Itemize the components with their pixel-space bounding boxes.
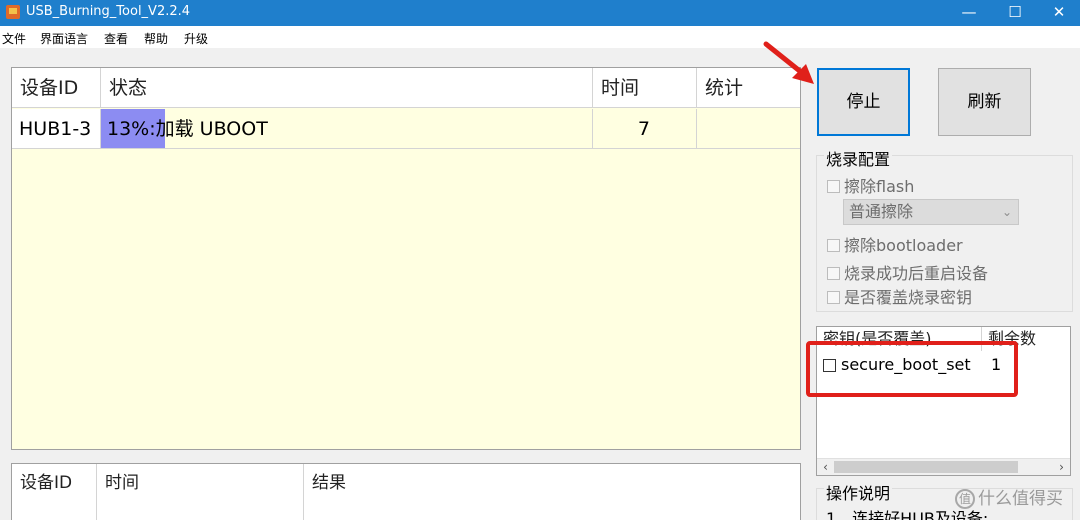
cell-status[interactable]: 13%:加载 UBOOT — [101, 109, 593, 149]
horizontal-scrollbar[interactable]: ‹ › — [817, 458, 1070, 475]
overwrite-key-label: 是否覆盖烧录密钥 — [844, 288, 973, 307]
menu-bar: 文件 界面语言 查看 帮助 升级 — [0, 26, 1080, 48]
watermark-badge: 值 — [955, 489, 975, 509]
scroll-left-icon[interactable]: ‹ — [817, 459, 834, 475]
maximize-button[interactable]: ☐ — [992, 0, 1038, 26]
highlight-annotation-box — [806, 341, 1018, 397]
instructions-title: 操作说明 — [824, 480, 893, 504]
cell-time[interactable]: 7 — [593, 109, 697, 149]
result-header-time[interactable]: 时间 — [97, 464, 304, 520]
checkbox-icon — [827, 291, 840, 304]
menu-file[interactable]: 文件 — [2, 30, 26, 47]
scroll-right-icon[interactable]: › — [1053, 459, 1070, 475]
menu-help[interactable]: 帮助 — [144, 30, 168, 47]
overwrite-key-checkbox[interactable]: 是否覆盖烧录密钥 — [827, 284, 972, 308]
stop-button[interactable]: 停止 — [817, 68, 910, 136]
menu-language[interactable]: 界面语言 — [40, 30, 88, 47]
cell-device-id[interactable]: HUB1-3 — [12, 109, 101, 149]
minimize-button[interactable]: — — [946, 0, 992, 26]
refresh-button[interactable]: 刷新 — [938, 68, 1031, 136]
erase-bootloader-label: 擦除bootloader — [844, 236, 963, 255]
title-bar: USB_Burning_Tool_V2.2.4 — ☐ ✕ — [0, 0, 1080, 26]
erase-mode-value: 普通擦除 — [849, 202, 914, 221]
device-table: 设备ID 状态 时间 统计 HUB1-3 13%:加载 UBOOT 7 — [11, 67, 801, 450]
app-icon — [6, 5, 20, 19]
erase-bootloader-checkbox[interactable]: 擦除bootloader — [827, 232, 963, 256]
close-button[interactable]: ✕ — [1036, 0, 1080, 26]
scroll-thumb[interactable] — [834, 461, 1018, 473]
erase-flash-label: 擦除flash — [844, 177, 915, 196]
result-table: 设备ID 时间 结果 — [11, 463, 801, 520]
header-status[interactable]: 状态 — [101, 68, 593, 108]
menu-upgrade[interactable]: 升级 — [184, 30, 208, 47]
result-header-device-id[interactable]: 设备ID — [12, 464, 97, 520]
result-header-result[interactable]: 结果 — [304, 464, 800, 520]
header-time[interactable]: 时间 — [593, 68, 697, 108]
menu-view[interactable]: 查看 — [104, 30, 128, 47]
watermark: 值什么值得买 — [955, 484, 1063, 509]
erase-mode-select[interactable]: 普通擦除 ⌄ — [843, 199, 1019, 225]
window-title: USB_Burning_Tool_V2.2.4 — [26, 4, 191, 19]
header-device-id[interactable]: 设备ID — [12, 68, 101, 108]
chevron-down-icon: ⌄ — [1001, 205, 1012, 219]
erase-flash-checkbox[interactable]: 擦除flash — [827, 173, 914, 197]
burn-config-title: 烧录配置 — [824, 146, 893, 170]
reboot-after-label: 烧录成功后重启设备 — [844, 264, 989, 283]
checkbox-icon — [827, 267, 840, 280]
watermark-text: 什么值得买 — [978, 489, 1063, 509]
checkbox-icon — [827, 239, 840, 252]
reboot-after-checkbox[interactable]: 烧录成功后重启设备 — [827, 260, 988, 284]
arrow-annotation-icon — [763, 41, 814, 84]
status-text: 13%:加载 UBOOT — [107, 118, 268, 140]
checkbox-icon — [827, 180, 840, 193]
cell-stats[interactable] — [697, 109, 800, 149]
